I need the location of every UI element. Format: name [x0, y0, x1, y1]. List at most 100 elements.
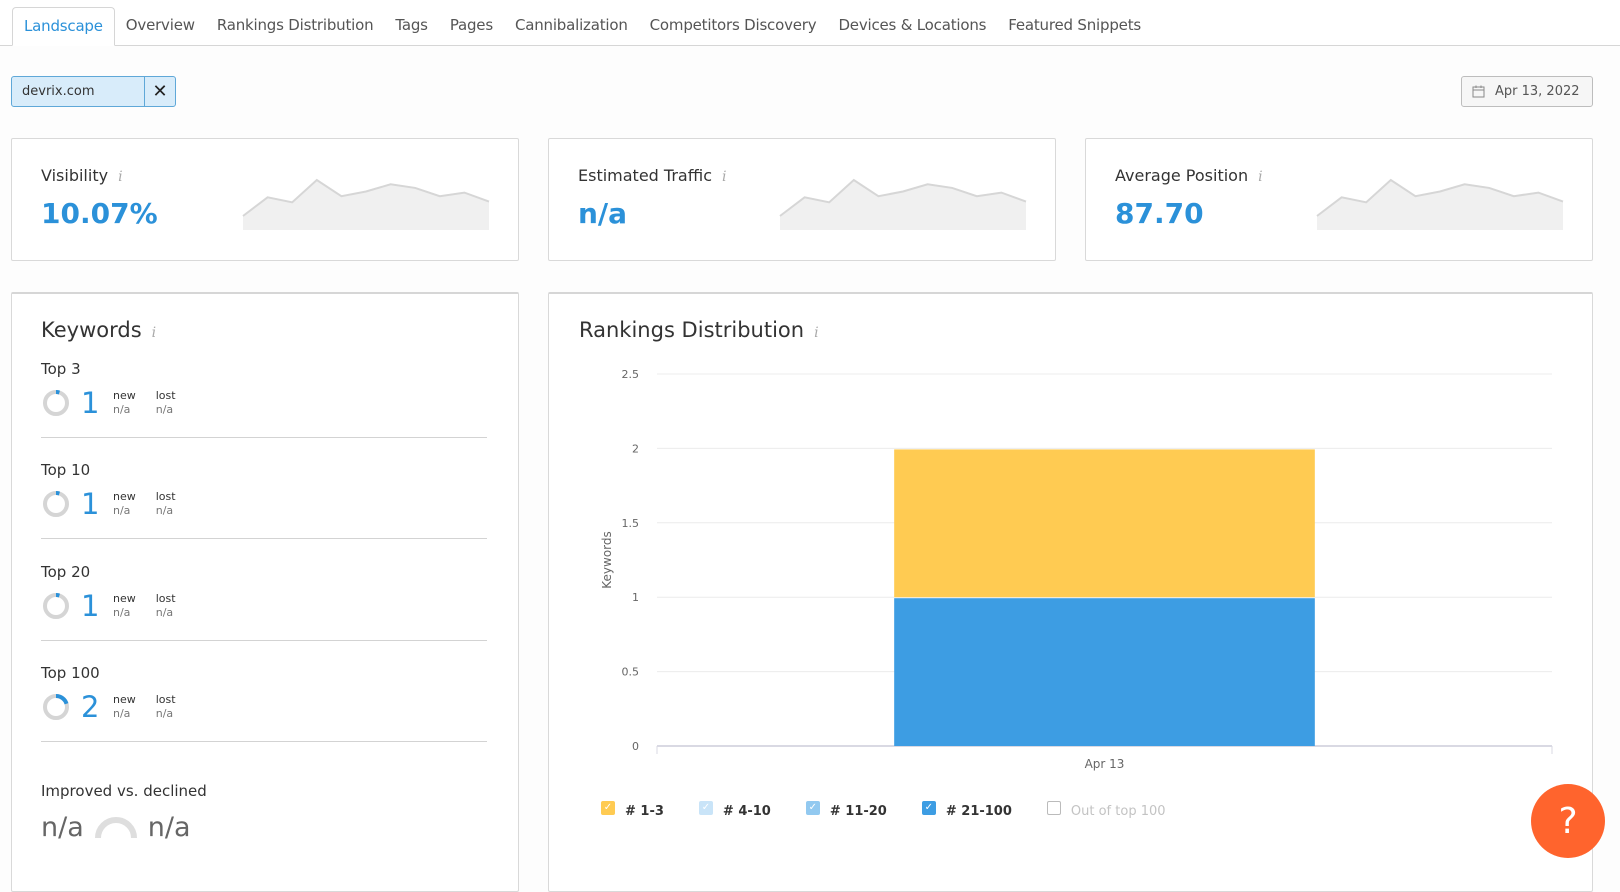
legend-item-21-100[interactable]: ✓ # 21-100 — [921, 800, 1012, 819]
checkbox-icon[interactable]: ✓ — [698, 800, 713, 815]
legend-item-4-10[interactable]: ✓ # 4-10 — [698, 800, 771, 819]
lost-value: n/a — [155, 606, 174, 619]
sparkline-area — [243, 180, 489, 230]
estimated-traffic-sparkline — [779, 178, 1027, 230]
tab-tags[interactable]: Tags — [384, 7, 438, 45]
sparkline-area — [1317, 180, 1563, 230]
keyword-count[interactable]: 1 — [81, 487, 105, 521]
keywords-title: Keywords i — [41, 318, 157, 342]
tab-cannibalization[interactable]: Cannibalization — [504, 7, 639, 45]
visibility-card: Visibility i 10.07% — [11, 138, 519, 261]
rankings-distribution-card: Rankings Distribution i 0 0.5 1 1.5 2 2.5 Keywo… — [548, 292, 1593, 892]
estimated-traffic-value: n/a — [578, 197, 628, 230]
keyword-count[interactable]: 1 — [81, 589, 105, 623]
calendar-icon — [1472, 85, 1485, 98]
domain-filter-chip[interactable]: devrix.com ✕ — [11, 76, 176, 107]
legend-item-11-20[interactable]: ✓ # 11-20 — [805, 800, 887, 819]
keyword-row-top-100: Top 100 2 new n/a lost n/a — [41, 664, 487, 742]
progress-ring-icon — [43, 694, 69, 720]
bar-21-100 — [894, 598, 1315, 746]
keyword-row-top-3: Top 3 1 new n/a lost n/a — [41, 360, 487, 438]
row-label: Top 20 — [41, 563, 91, 581]
info-icon[interactable]: i — [1258, 169, 1262, 185]
keyword-row-top-10: Top 10 1 new n/a lost n/a — [41, 461, 487, 539]
legend-item-1-3[interactable]: ✓ # 1-3 — [601, 800, 664, 819]
lost-label: lost — [155, 592, 176, 605]
metric-title: Visibility i — [41, 166, 123, 185]
bar-1-3 — [894, 449, 1315, 598]
metric-title: Average Position i — [1115, 166, 1263, 185]
y-tick-label: 0 — [632, 740, 639, 753]
legend-label: # 11-20 — [829, 804, 887, 819]
keywords-card: Keywords i Top 3 1 new n/a lost n/a Top 10 1 new n… — [11, 292, 519, 892]
tab-competitors-discovery[interactable]: Competitors Discovery — [639, 7, 828, 45]
row-divider — [41, 538, 487, 539]
tab-devices-locations[interactable]: Devices & Locations — [827, 7, 997, 45]
new-label: new — [113, 389, 136, 402]
improved-vs-declined: Improved vs. declined n/a n/a — [41, 782, 207, 843]
y-axis-label: Keywords — [600, 531, 614, 589]
y-tick-label: 0.5 — [622, 666, 640, 679]
tab-pages[interactable]: Pages — [439, 7, 504, 45]
y-tick-label: 2.5 — [622, 368, 640, 381]
average-position-card: Average Position i 87.70 — [1085, 138, 1593, 261]
row-label: Top 10 — [41, 461, 91, 479]
tab-overview[interactable]: Overview — [115, 7, 206, 45]
checkbox-icon[interactable]: ✓ — [601, 800, 615, 815]
keyword-count[interactable]: 1 — [81, 386, 105, 420]
y-tick-label: 2 — [632, 442, 639, 455]
row-divider — [41, 640, 487, 641]
average-position-sparkline — [1316, 178, 1564, 230]
tab-featured-snippets[interactable]: Featured Snippets — [997, 7, 1152, 45]
row-divider — [41, 741, 487, 742]
checkbox-icon[interactable]: ✓ — [805, 800, 820, 815]
tab-bar: Landscape Overview Rankings Distribution Ta… — [0, 0, 1620, 46]
keyword-count[interactable]: 2 — [81, 690, 105, 724]
legend-label: # 1-3 — [625, 804, 664, 819]
visibility-value: 10.07% — [41, 197, 158, 230]
rankings-chart: 0 0.5 1 1.5 2 2.5 Keywords Apr 13 — [600, 368, 1553, 771]
date-picker-button[interactable]: Apr 13, 2022 — [1461, 76, 1593, 107]
checkbox-icon[interactable]: ✓ — [921, 800, 936, 815]
lost-value: n/a — [155, 707, 174, 720]
new-label: new — [113, 693, 136, 706]
improved-value: n/a — [41, 812, 84, 843]
keyword-row-top-20: Top 20 1 new n/a lost n/a — [41, 563, 487, 641]
info-icon[interactable]: i — [118, 169, 122, 185]
tab-rankings-distribution[interactable]: Rankings Distribution — [206, 7, 385, 45]
x-tick-label: Apr 13 — [1085, 757, 1125, 771]
average-position-value: 87.70 — [1115, 197, 1204, 230]
domain-filter-label: devrix.com — [22, 84, 95, 99]
chart-legend: ✓ # 1-3 ✓ # 4-10 ✓ # 11-20 ✓ # 21-100 Out of top… — [601, 800, 1201, 819]
row-label: Top 3 — [41, 360, 81, 378]
y-tick-label: 1 — [632, 591, 639, 604]
checkbox-icon[interactable] — [1046, 800, 1061, 815]
lost-value: n/a — [155, 504, 174, 517]
row-label: Top 100 — [41, 664, 100, 682]
lost-label: lost — [155, 389, 176, 402]
half-gauge-icon — [94, 816, 137, 838]
help-button[interactable]: ? — [1531, 784, 1605, 858]
progress-ring-icon — [43, 491, 69, 517]
new-value: n/a — [113, 403, 131, 416]
visibility-sparkline — [242, 178, 490, 230]
improved-vs-declined-label: Improved vs. declined — [41, 782, 207, 800]
new-value: n/a — [113, 606, 131, 619]
info-icon[interactable]: i — [152, 325, 156, 341]
new-label: new — [113, 490, 136, 503]
row-divider — [41, 437, 487, 438]
legend-label: # 4-10 — [722, 804, 771, 819]
info-icon[interactable]: i — [722, 169, 726, 185]
tab-landscape[interactable]: Landscape — [12, 7, 115, 46]
lost-label: lost — [155, 490, 176, 503]
legend-item-out-of-top-100[interactable]: Out of top 100 — [1046, 800, 1166, 819]
new-label: new — [113, 592, 136, 605]
legend-label: # 21-100 — [945, 804, 1012, 819]
lost-label: lost — [155, 693, 176, 706]
progress-ring-icon — [43, 593, 69, 619]
close-icon[interactable]: ✕ — [144, 77, 175, 106]
legend-label: Out of top 100 — [1070, 804, 1166, 819]
declined-value: n/a — [147, 812, 191, 843]
estimated-traffic-card: Estimated Traffic i n/a — [548, 138, 1056, 261]
y-tick-label: 1.5 — [622, 517, 640, 530]
